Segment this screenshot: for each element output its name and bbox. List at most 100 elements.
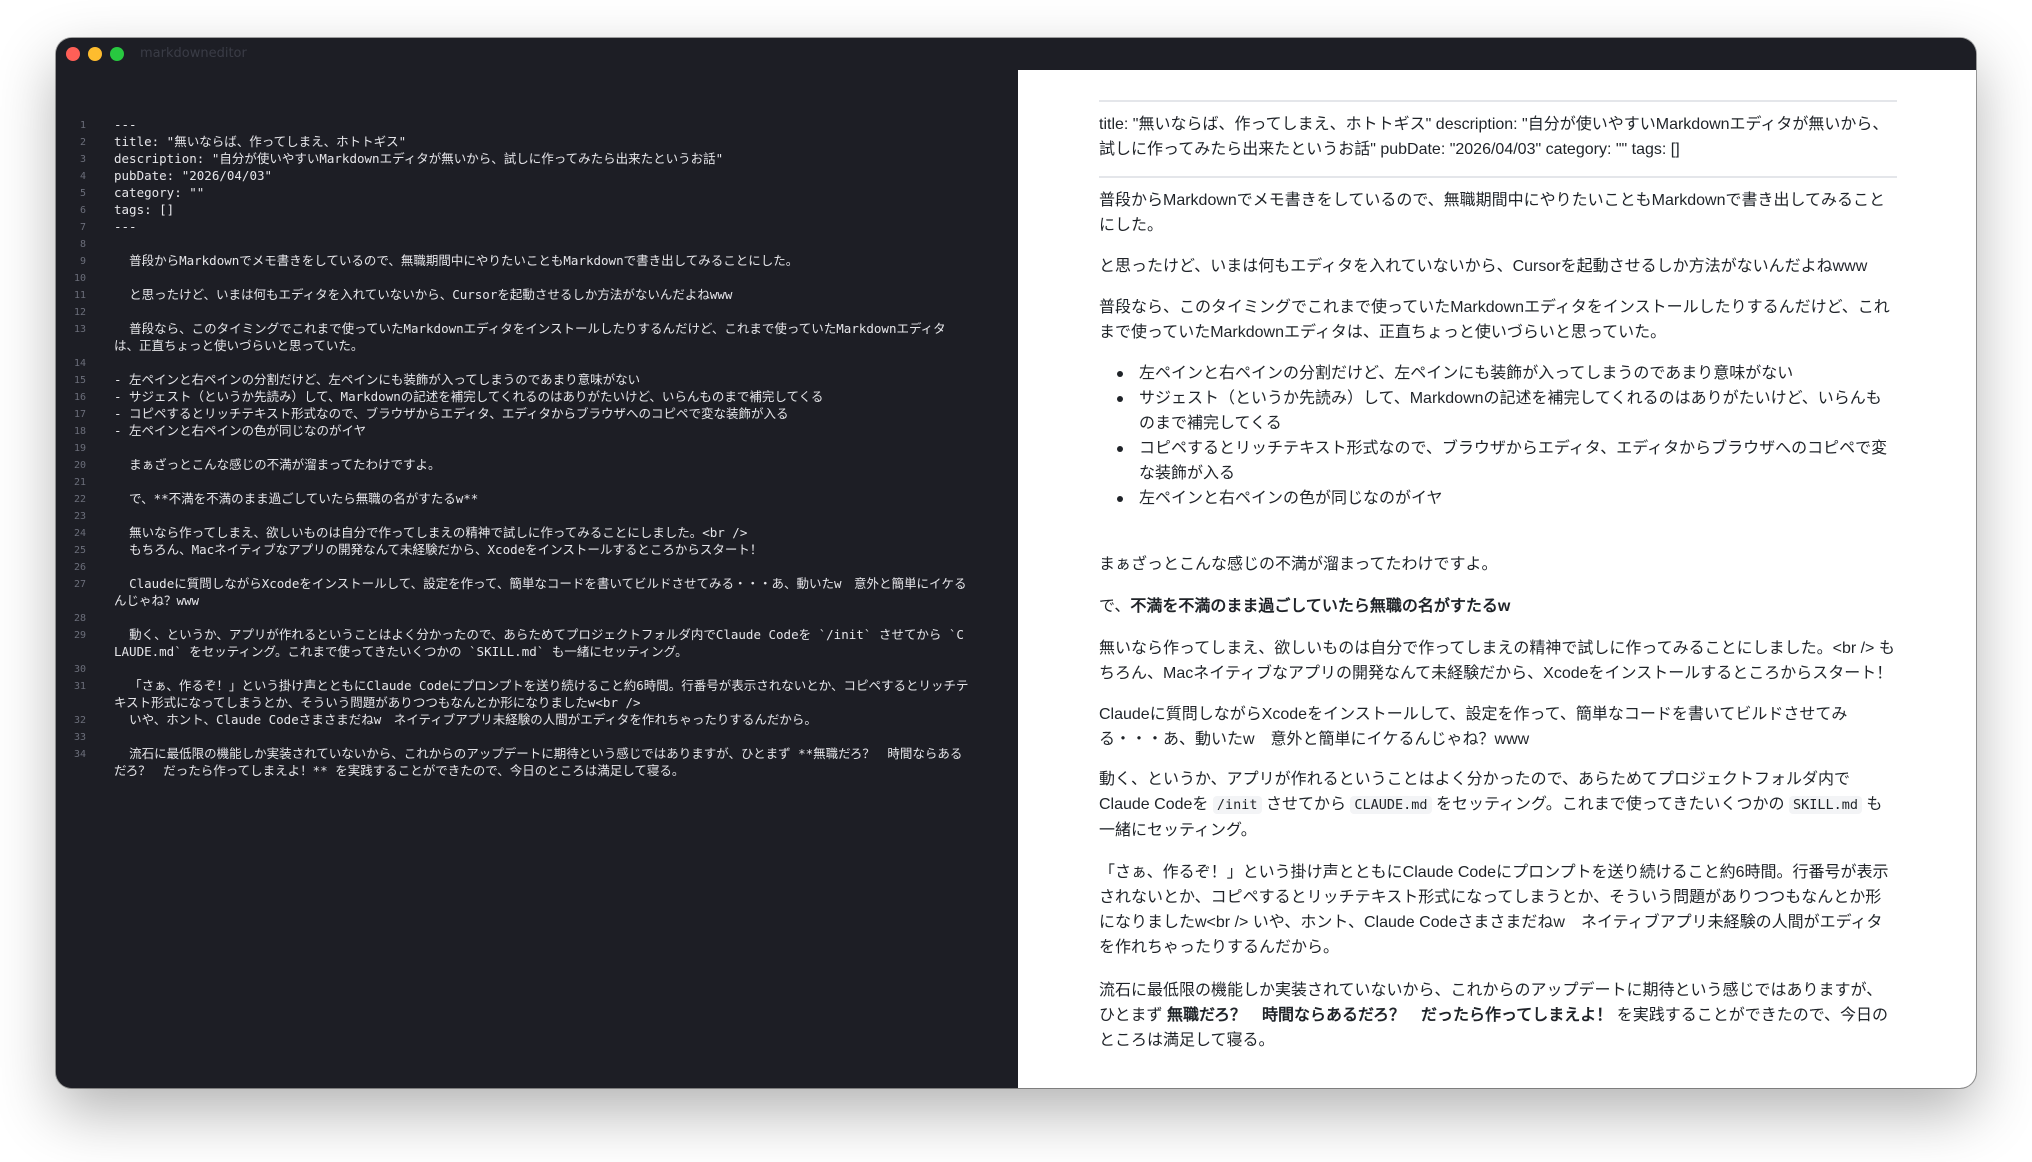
line-text[interactable]: title: "無いならば、作ってしまえ、ホトトギス" xyxy=(114,133,970,151)
editor-line[interactable]: 23 xyxy=(56,507,1018,525)
editor-line[interactable]: 33 xyxy=(56,728,1018,746)
editor-line[interactable]: 31 「さぁ、作るぞ！」という掛け声とともにClaude Codeにプロンプトを… xyxy=(56,677,1018,711)
editor-line[interactable]: 25 もちろん、Macネイティブなアプリの開発なんて未経験だから、Xcodeをイ… xyxy=(56,541,1018,559)
editor-line[interactable]: 16 - サジェスト（というか先読み）して、Markdownの記述を補完してくれる… xyxy=(56,388,1018,406)
editor-line[interactable]: 21 xyxy=(56,473,1018,491)
editor-line[interactable]: 17 - コピペするとリッチテキスト形式なので、ブラウザからエディタ、エディタから… xyxy=(56,405,1018,423)
line-text[interactable]: - サジェスト（というか先読み）して、Markdownの記述を補完してくれるのは… xyxy=(114,388,970,406)
line-text[interactable]: 動く、というか、アプリが作れるということはよく分かったので、あらためてプロジェク… xyxy=(114,626,970,660)
line-text[interactable] xyxy=(114,354,970,372)
line-text[interactable]: category: "" xyxy=(114,184,970,202)
line-text[interactable] xyxy=(114,303,970,321)
app-window: markdowneditor 1 --- 2 title: "無いならば、作ってしまえ… xyxy=(56,38,1976,1088)
editor-line[interactable]: 27 Claudeに質問しながらXcodeをインストールして、設定を作って、簡単… xyxy=(56,575,1018,609)
editor-line[interactable]: 15 - 左ペインと右ペインの分割だけど、左ペインにも装飾が入ってしまうのであまり… xyxy=(56,371,1018,389)
list-item: 左ペインと右ペインの色が同じなのがイヤ xyxy=(1099,486,1897,511)
line-text[interactable]: description: "自分が使いやすいMarkdownエディタが無いから、… xyxy=(114,150,970,168)
line-text[interactable]: Claudeに質問しながらXcodeをインストールして、設定を作って、簡単なコー… xyxy=(114,575,970,609)
line-text[interactable]: まぁざっとこんな感じの不満が溜まってたわけですよ。 xyxy=(114,456,970,474)
list-item: 左ペインと右ペインの分割だけど、左ペインにも装飾が入ってしまうのであまり意味がな… xyxy=(1099,361,1897,386)
zoom-window-button[interactable] xyxy=(110,47,124,61)
paragraph-text: で、 xyxy=(1099,598,1131,615)
editor-line[interactable]: 1 --- xyxy=(56,116,1018,134)
line-text[interactable] xyxy=(114,728,970,746)
line-text[interactable]: で、**不満を不満のまま過ごしていたら無職の名がすたるw** xyxy=(114,490,970,508)
editor-line[interactable]: 10 xyxy=(56,269,1018,287)
editor-line[interactable]: 4 pubDate: "2026/04/03" xyxy=(56,167,1018,185)
preview-paragraph: で、不満を不満のまま過ごしていたら無職の名がすたるw xyxy=(1099,594,1897,619)
editor-line[interactable]: 6 tags: [] xyxy=(56,201,1018,219)
line-number: 4 xyxy=(79,171,86,182)
line-text[interactable]: --- xyxy=(114,218,970,236)
line-text[interactable] xyxy=(114,269,970,287)
editor-line[interactable]: 34 流石に最低限の機能しか実装されていないから、これからのアップデートに期待と… xyxy=(56,745,1018,779)
editor-line[interactable]: 26 xyxy=(56,558,1018,576)
line-text[interactable] xyxy=(114,660,970,678)
line-text[interactable]: もちろん、Macネイティブなアプリの開発なんて未経験だから、Xcodeをインスト… xyxy=(114,541,970,559)
editor-line[interactable]: 20 まぁざっとこんな感じの不満が溜まってたわけですよ。 xyxy=(56,456,1018,474)
line-text[interactable]: - 左ペインと右ペインの分割だけど、左ペインにも装飾が入ってしまうのであまり意味… xyxy=(114,371,970,389)
line-text[interactable] xyxy=(114,558,970,576)
editor-line[interactable]: 19 xyxy=(56,439,1018,457)
line-text[interactable]: 無いなら作ってしまえ、欲しいものは自分で作ってしまえの精神で試しに作ってみること… xyxy=(114,524,970,542)
line-number: 26 xyxy=(73,562,86,573)
line-text[interactable]: と思ったけど、いまは何もエディタを入れていないから、Cursorを起動させるしか… xyxy=(114,286,970,304)
line-number: 6 xyxy=(79,205,86,216)
line-number: 29 xyxy=(73,630,86,641)
line-text[interactable]: 普段なら、このタイミングでこれまで使っていたMarkdownエディタをインストー… xyxy=(114,320,970,354)
line-text[interactable] xyxy=(114,235,970,253)
editor-line[interactable]: 9 普段からMarkdownでメモ書きをしているので、無職期間中にやりたいことも… xyxy=(56,252,1018,270)
line-number: 2 xyxy=(79,137,86,148)
line-text[interactable] xyxy=(114,609,970,627)
line-text[interactable]: 普段からMarkdownでメモ書きをしているので、無職期間中にやりたいこともMa… xyxy=(114,252,970,270)
editor-line[interactable]: 24 無いなら作ってしまえ、欲しいものは自分で作ってしまえの精神で試しに作ってみ… xyxy=(56,524,1018,542)
list-item-text: コピペするとリッチテキスト形式なので、ブラウザからエディタ、エディタからブラウザ… xyxy=(1139,440,1888,482)
editor-line[interactable]: 7 --- xyxy=(56,218,1018,236)
preview-bullet-list: 左ペインと右ペインの分割だけど、左ペインにも装飾が入ってしまうのであまり意味がな… xyxy=(1099,361,1897,511)
editor-line[interactable]: 8 xyxy=(56,235,1018,253)
bullet-dot xyxy=(1117,446,1123,452)
editor-line[interactable]: 13 普段なら、このタイミングでこれまで使っていたMarkdownエディタをイン… xyxy=(56,320,1018,354)
editor-line[interactable]: 29 動く、というか、アプリが作れるということはよく分かったので、あらためてプロ… xyxy=(56,626,1018,660)
close-window-button[interactable] xyxy=(66,47,80,61)
bold-text: 不満を不満のまま過ごしていたら無職の名がすたるw xyxy=(1130,598,1511,615)
line-number: 11 xyxy=(73,290,86,301)
line-number: 25 xyxy=(73,545,86,556)
editor-line[interactable]: 14 xyxy=(56,354,1018,372)
line-text[interactable]: - 左ペインと右ペインの色が同じなのがイヤ xyxy=(114,422,970,440)
editor-line[interactable]: 11 と思ったけど、いまは何もエディタを入れていないから、Cursorを起動させ… xyxy=(56,286,1018,304)
editor-line[interactable]: 3 description: "自分が使いやすいMarkdownエディタが無いから… xyxy=(56,150,1018,168)
line-text[interactable]: --- xyxy=(114,116,970,134)
line-text[interactable]: tags: [] xyxy=(114,201,970,219)
editor-line[interactable]: 22 で、**不満を不満のまま過ごしていたら無職の名がすたるw** xyxy=(56,490,1018,508)
paragraph-text: をセッティング。これまで使ってきたいくつかの xyxy=(1431,796,1789,813)
editor-line[interactable]: 30 xyxy=(56,660,1018,678)
editor-lines[interactable]: 1 --- 2 title: "無いならば、作ってしまえ、ホトトギス" 3 descrip… xyxy=(56,70,1018,1088)
editor-line[interactable]: 18 - 左ペインと右ペインの色が同じなのがイヤ xyxy=(56,422,1018,440)
line-number: 33 xyxy=(73,732,86,743)
minimize-window-button[interactable] xyxy=(88,47,102,61)
line-text[interactable] xyxy=(114,507,970,525)
line-text[interactable]: - コピペするとリッチテキスト形式なので、ブラウザからエディタ、エディタからブラ… xyxy=(114,405,970,423)
line-text[interactable]: いや、ホント、Claude Codeさまさまだねw ネイティブアプリ未経験の人間… xyxy=(114,711,970,729)
line-number: 5 xyxy=(79,188,86,199)
line-number: 8 xyxy=(79,239,86,250)
editor-line[interactable]: 28 xyxy=(56,609,1018,627)
line-number: 7 xyxy=(79,222,86,233)
editor-line[interactable]: 12 xyxy=(56,303,1018,321)
line-text[interactable]: 「さぁ、作るぞ！」という掛け声とともにClaude Codeにプロンプトを送り続… xyxy=(114,677,970,711)
line-text[interactable]: pubDate: "2026/04/03" xyxy=(114,167,970,185)
line-text[interactable]: 流石に最低限の機能しか実装されていないから、これからのアップデートに期待という感… xyxy=(114,745,970,779)
line-text[interactable] xyxy=(114,473,970,491)
bold-text: 無職だろ？ 時間ならあるだろ？ だったら作ってしまえよ！ xyxy=(1166,1007,1613,1024)
editor-line[interactable]: 2 title: "無いならば、作ってしまえ、ホトトギス" xyxy=(56,133,1018,151)
line-text[interactable] xyxy=(114,439,970,457)
markdown-editor-pane[interactable]: 1 --- 2 title: "無いならば、作ってしまえ、ホトトギス" 3 descrip… xyxy=(56,70,1018,1088)
editor-line[interactable]: 32 いや、ホント、Claude Codeさまさまだねw ネイティブアプリ未経験… xyxy=(56,711,1018,729)
preview-paragraph: 普段なら、このタイミングでこれまで使っていたMarkdownエディタをインストー… xyxy=(1099,299,1890,341)
editor-line[interactable]: 5 category: "" xyxy=(56,184,1018,202)
title-bar[interactable]: markdowneditor xyxy=(56,38,1976,70)
paragraph-text: させてから xyxy=(1261,796,1351,813)
line-number: 14 xyxy=(73,358,86,369)
line-number: 31 xyxy=(73,681,86,692)
